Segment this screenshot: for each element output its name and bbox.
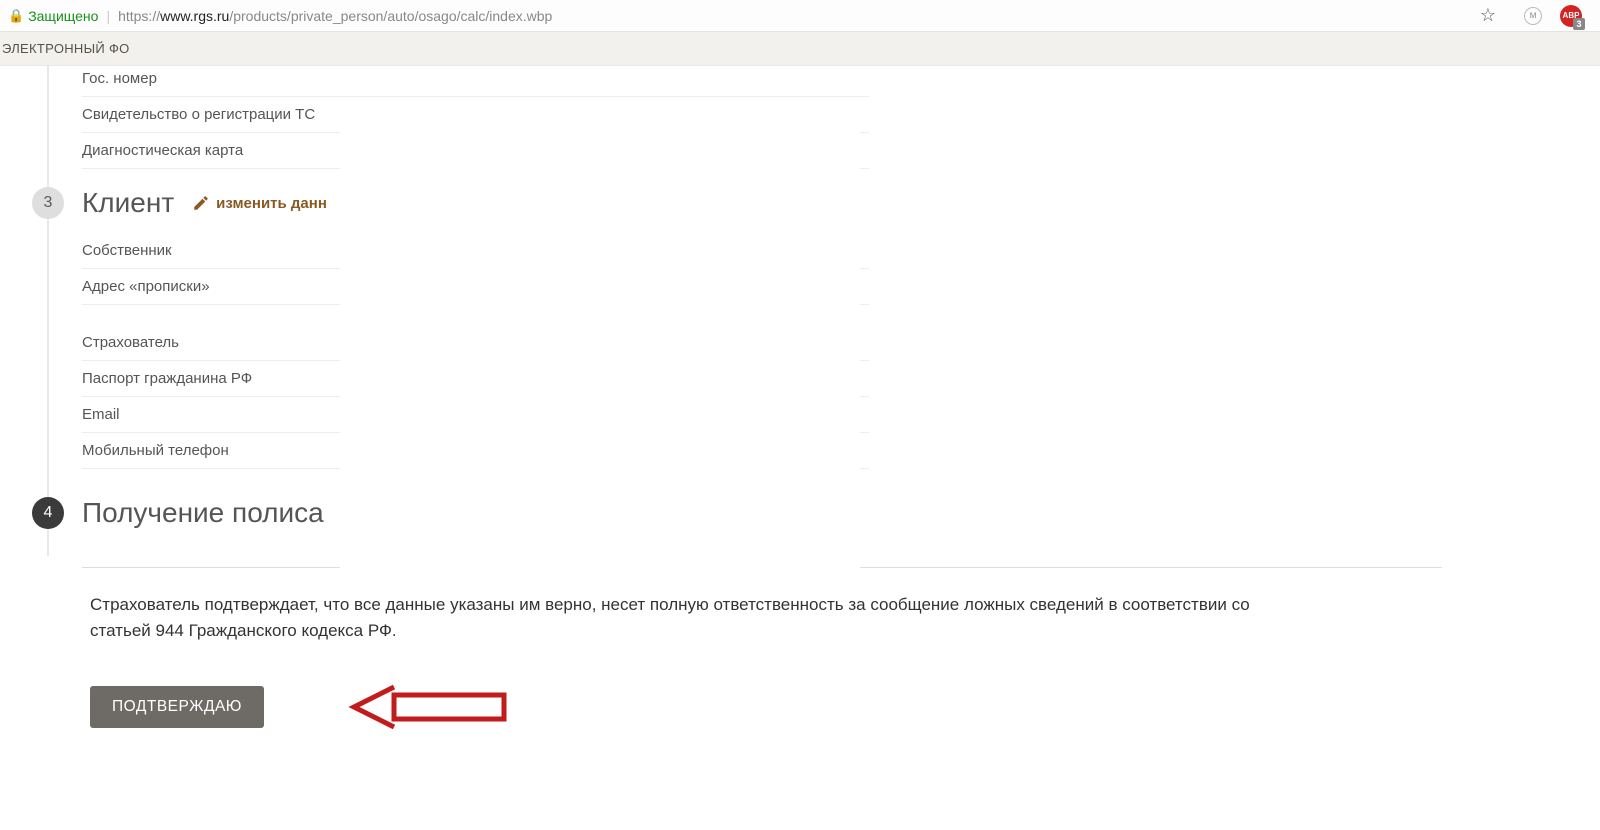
separator: | <box>106 8 110 24</box>
abp-badge: 3 <box>1573 18 1585 30</box>
legal-text: Страхователь подтверждает, что все данны… <box>90 592 1250 643</box>
edit-client-link[interactable]: изменить данн <box>192 194 327 212</box>
field-label: Мобильный телефон <box>82 442 229 459</box>
step-4-number: 4 <box>32 497 64 529</box>
url-display[interactable]: https://www.rgs.ru/products/private_pers… <box>118 8 552 24</box>
steps-timeline <box>47 66 49 556</box>
field-label: Адрес «прописки» <box>82 278 210 295</box>
field-label: Паспорт гражданина РФ <box>82 370 252 387</box>
field-label: Страхователь <box>82 334 179 351</box>
step-4-title: Получение полиса <box>82 497 324 529</box>
annotation-arrow-icon <box>334 683 514 731</box>
extension-abp-icon[interactable]: ABP3 <box>1560 5 1582 27</box>
browser-address-bar: 🔒 Защищено | https://www.rgs.ru/products… <box>0 0 1600 32</box>
extension-m-icon[interactable]: м <box>1524 7 1542 25</box>
field-label: Диагностическая карта <box>82 142 243 159</box>
edit-link-label: изменить данн <box>216 195 327 212</box>
field-row-sts: Свидетельство о регистрации ТС <box>82 97 869 133</box>
secure-label: Защищено <box>28 8 98 24</box>
pencil-icon <box>192 194 210 212</box>
url-path: /products/private_person/auto/osago/calc… <box>229 8 552 24</box>
field-label: Гос. номер <box>82 70 157 87</box>
field-label: Email <box>82 406 120 423</box>
confirm-button[interactable]: ПОДТВЕРЖДАЮ <box>90 686 264 728</box>
url-scheme: https:// <box>118 8 160 24</box>
url-host: www.rgs.ru <box>160 8 229 24</box>
bookmark-bar: ЭЛЕКТРОННЫЙ ФО <box>0 32 1600 66</box>
blank-overlay <box>340 132 860 584</box>
field-label: Собственник <box>82 242 172 259</box>
bookmark-item[interactable]: ЭЛЕКТРОННЫЙ ФО <box>2 41 130 56</box>
field-row-gos-nomer: Гос. номер <box>82 66 869 97</box>
step-3-title: Клиент <box>82 187 174 219</box>
lock-icon: 🔒 <box>8 8 24 24</box>
step-3-number: 3 <box>32 187 64 219</box>
bookmark-star-icon[interactable]: ☆ <box>1480 5 1496 26</box>
field-label: Свидетельство о регистрации ТС <box>82 106 315 123</box>
